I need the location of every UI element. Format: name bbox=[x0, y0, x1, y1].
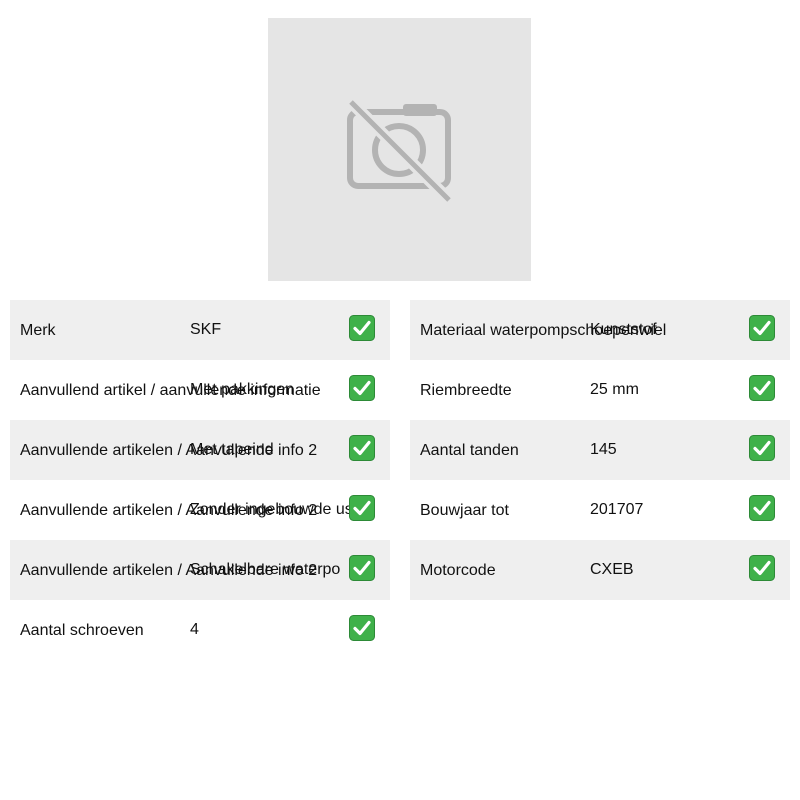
spec-value: Schakelbare waterpo bbox=[190, 561, 341, 578]
spec-label: Merk bbox=[20, 322, 56, 339]
spec-row: Materiaal waterpompschoepenwiel Kunststo… bbox=[410, 300, 790, 360]
check-icon bbox=[349, 435, 375, 461]
no-photo-icon bbox=[347, 98, 453, 204]
spec-label: Riembreedte bbox=[420, 382, 512, 399]
check-icon bbox=[349, 315, 375, 341]
spec-value: Met tapeind bbox=[190, 441, 274, 458]
spec-label: Aantal schroeven bbox=[20, 622, 144, 639]
spec-row: Merk SKF bbox=[10, 300, 390, 360]
product-image-placeholder bbox=[268, 18, 531, 281]
spec-value: Met pakkingen bbox=[190, 381, 295, 398]
spec-row: Aanvullende artikelen / Aanvullende info… bbox=[10, 540, 390, 600]
spec-label: Bouwjaar tot bbox=[420, 502, 509, 519]
spec-table-right: Materiaal waterpompschoepenwiel Kunststo… bbox=[410, 300, 790, 600]
spec-row: Aantal tanden 145 bbox=[410, 420, 790, 480]
spec-value: 145 bbox=[590, 441, 617, 458]
spec-row: Aantal schroeven 4 bbox=[10, 600, 390, 660]
check-icon bbox=[349, 615, 375, 641]
spec-row: Riembreedte 25 mm bbox=[410, 360, 790, 420]
spec-row: Aanvullend artikel / aanvullende informa… bbox=[10, 360, 390, 420]
spec-label: Aantal tanden bbox=[420, 442, 519, 459]
spec-value: CXEB bbox=[590, 561, 634, 578]
spec-value: 25 mm bbox=[590, 381, 639, 398]
spec-value: 201707 bbox=[590, 501, 644, 518]
check-icon bbox=[349, 375, 375, 401]
spec-value: Zonder ingebouwde usch bbox=[190, 501, 370, 518]
check-icon bbox=[749, 435, 775, 461]
check-icon bbox=[349, 495, 375, 521]
spec-row: Bouwjaar tot 201707 bbox=[410, 480, 790, 540]
check-icon bbox=[349, 555, 375, 581]
spec-value: Kunststof bbox=[590, 321, 657, 338]
check-icon bbox=[749, 315, 775, 341]
spec-value: SKF bbox=[190, 321, 222, 338]
spec-row: Aanvullende artikelen / Aanvullende info… bbox=[10, 420, 390, 480]
spec-row: Aanvullende artikelen / Aanvullende info… bbox=[10, 480, 390, 540]
check-icon bbox=[749, 375, 775, 401]
spec-table-left: Merk SKF Aanvullend artikel / aanvullend… bbox=[10, 300, 390, 660]
check-icon bbox=[749, 555, 775, 581]
spec-row: Motorcode CXEB bbox=[410, 540, 790, 600]
spec-value: 4 bbox=[190, 621, 199, 638]
spec-label: Motorcode bbox=[420, 562, 496, 579]
check-icon bbox=[749, 495, 775, 521]
